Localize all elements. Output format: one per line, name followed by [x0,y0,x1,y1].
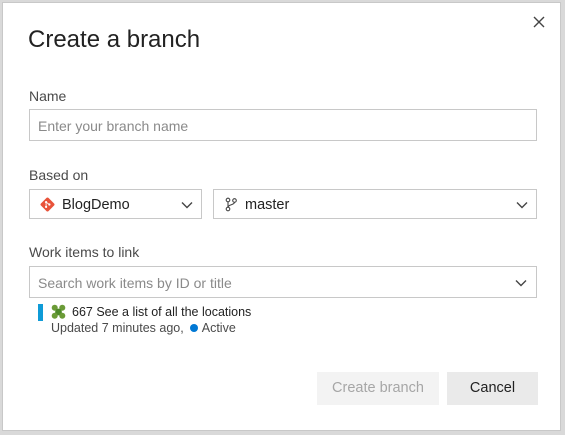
work-item-search-input[interactable]: Search work items by ID or title [29,266,537,298]
work-item-state: Active [201,321,236,335]
work-items-label: Work items to link [29,244,140,260]
work-item-color-bar [38,304,43,321]
work-item-title-line: 667 See a list of all the locations [72,305,251,319]
based-on-label: Based on [29,167,89,183]
chevron-down-icon [181,202,193,209]
active-state-dot [189,324,198,332]
dialog-title: Create a branch [28,26,201,53]
name-label: Name [29,88,67,104]
branch-name-input[interactable]: Enter your branch name [29,109,537,141]
create-branch-dialog: Create a branch Name Enter your branch n… [2,2,561,431]
work-item-meta-line: Updated 7 minutes ago, Active [51,321,236,335]
user-story-icon [51,304,66,319]
work-item-updated: Updated 7 minutes ago, [51,321,184,335]
repository-dropdown[interactable]: BlogDemo [29,189,202,219]
chevron-down-icon [515,280,527,287]
branch-dropdown[interactable]: master [213,189,537,219]
work-item-title: See a list of all the locations [96,305,252,319]
chevron-down-icon [516,202,528,209]
branch-name-placeholder: Enter your branch name [38,118,189,134]
create-branch-button[interactable]: Create branch [317,372,439,405]
git-repo-icon [40,197,55,212]
work-item-search-placeholder: Search work items by ID or title [38,275,232,291]
cancel-button[interactable]: Cancel [447,372,538,405]
work-item-id: 667 [72,305,93,319]
close-icon[interactable] [529,12,549,32]
branch-icon [225,197,237,212]
branch-value: master [245,197,290,213]
repository-value: BlogDemo [62,197,130,213]
